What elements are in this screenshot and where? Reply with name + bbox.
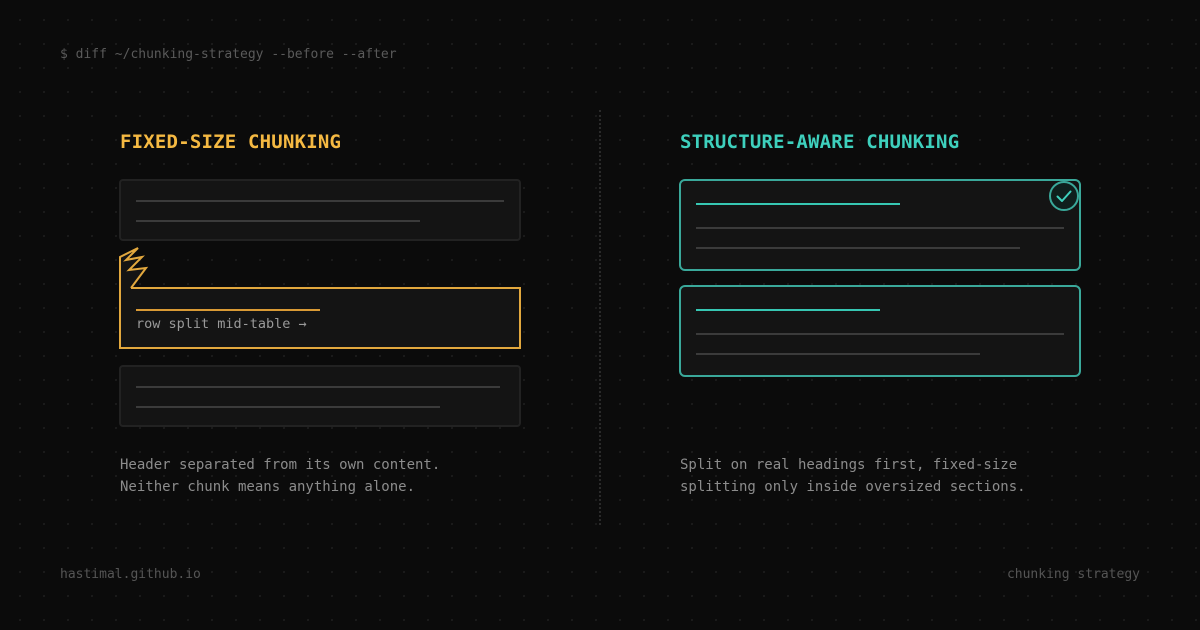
chunk-card-3 <box>119 365 521 427</box>
description-line: Neither chunk means anything alone. <box>120 479 416 495</box>
footer-site-link[interactable]: hastimal.github.io <box>60 567 201 582</box>
structure-aware-description: Split on real headings first, fixed-size… <box>680 454 1026 498</box>
text-line <box>696 227 1064 229</box>
description-line: Split on real headings first, fixed-size <box>680 457 1018 473</box>
text-line <box>696 247 1020 249</box>
text-line <box>136 386 500 388</box>
text-line <box>696 333 1064 335</box>
heading-line <box>696 203 900 205</box>
panel-divider <box>599 110 601 525</box>
split-marker-line <box>136 309 320 311</box>
text-line <box>136 406 440 408</box>
description-line: splitting only inside oversized sections… <box>680 479 1026 495</box>
row-split-label: row split mid-table → <box>136 316 307 332</box>
torn-chunk-outline <box>119 247 521 349</box>
structure-aware-chunking-title: STRUCTURE-AWARE CHUNKING <box>680 131 960 153</box>
section-chunk-card-1 <box>679 179 1081 271</box>
fixed-size-description: Header separated from its own content. N… <box>120 454 440 498</box>
check-circle-icon <box>1049 181 1079 211</box>
text-line <box>696 353 980 355</box>
section-chunk-card-2 <box>679 285 1081 377</box>
footer-topic: chunking strategy <box>1006 567 1140 582</box>
description-line: Header separated from its own content. <box>120 457 441 473</box>
heading-line <box>696 309 880 311</box>
